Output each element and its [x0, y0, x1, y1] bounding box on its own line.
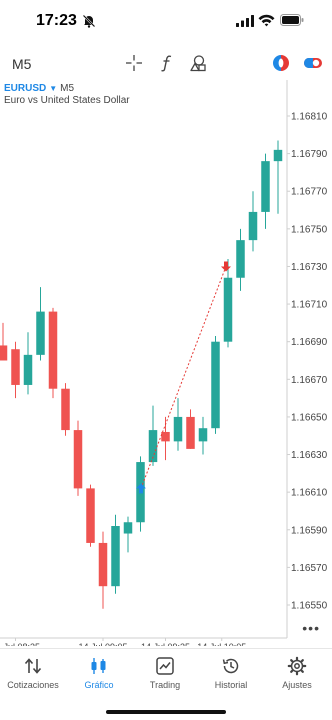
tab-chart[interactable]: Gráfico: [66, 655, 132, 690]
price-tick-label: 1.16670: [291, 375, 328, 386]
price-tick-label: 1.16650: [291, 412, 328, 423]
caret-down-icon: ▼: [49, 84, 58, 93]
chart-symbol-info[interactable]: EURUSD ▼ M5: [4, 83, 74, 94]
chart-area[interactable]: 1.16810 1.16790 1.16770 1.16750 1.16730 1.167…: [0, 80, 332, 646]
candle-body: [23, 354, 33, 385]
price-chart[interactable]: 1.16810 1.16790 1.16770 1.16750 1.16730 1.167…: [0, 80, 332, 646]
timeframe-selector[interactable]: M5: [12, 56, 31, 72]
price-tick-label: 1.16790: [291, 149, 328, 160]
candle-body: [248, 211, 258, 241]
time-tick-label: 14 Jul 09:05: [78, 642, 127, 646]
time-tick-label: 14 Jul 10:05: [197, 642, 246, 646]
symbol-name: EURUSD: [4, 83, 47, 94]
indicators-button[interactable]: [156, 52, 178, 74]
candle-body: [61, 388, 70, 431]
crosshair-icon: [126, 55, 142, 71]
objects-icon: [190, 55, 206, 72]
tab-label: Trading: [149, 680, 181, 690]
candle-body: [11, 349, 20, 385]
tab-label: Ajustes: [282, 680, 312, 690]
sell-arrow-icon: [221, 261, 231, 272]
price-tick-label: 1.16590: [291, 525, 328, 536]
crosshair-button[interactable]: [123, 52, 145, 74]
candle-body: [236, 240, 245, 278]
objects-button[interactable]: [187, 52, 209, 74]
time-tick-label: 14 Jul 09:35: [141, 642, 190, 646]
tab-label: Gráfico: [84, 680, 114, 690]
account-switch-icon: [304, 58, 322, 68]
tab-label: Cotizaciones: [7, 680, 59, 690]
candle-body: [123, 522, 133, 534]
tab-quotes[interactable]: Cotizaciones: [0, 655, 66, 690]
candle-body: [186, 416, 195, 449]
bell-muted-icon: [82, 14, 96, 28]
home-indicator: [106, 710, 226, 714]
settings-icon: [287, 656, 307, 676]
price-tick-label: 1.16730: [291, 262, 328, 273]
price-tick-label: 1.16770: [291, 187, 328, 198]
price-tick-label: 1.16610: [291, 488, 328, 499]
one-click-trading-button[interactable]: [270, 52, 292, 74]
candle-body: [48, 311, 58, 389]
candle-body: [223, 277, 233, 342]
chart-icon: [91, 658, 106, 674]
tab-trading[interactable]: Trading: [132, 655, 198, 690]
candle-body: [111, 526, 120, 587]
price-tick-label: 1.16690: [291, 337, 328, 348]
candle-body: [0, 345, 8, 361]
trading-icon: [156, 657, 174, 675]
price-tick-label: 1.16710: [291, 300, 328, 311]
symbol-timeframe: M5: [60, 83, 75, 94]
price-tick-label: 1.16810: [291, 112, 328, 123]
symbol-description: Euro vs United States Dollar: [4, 95, 130, 106]
candle-body: [36, 311, 45, 355]
price-tick-label: 1.16550: [291, 601, 328, 612]
candle-body: [161, 431, 170, 442]
wifi-icon: [258, 14, 275, 27]
function-icon: [161, 55, 172, 72]
tab-history[interactable]: Historial: [198, 655, 264, 690]
one-click-trading-icon: [273, 55, 289, 71]
price-tick-label: 1.16630: [291, 450, 328, 461]
price-tick-label: 1.16570: [291, 563, 328, 574]
chart-toolbar: M5: [0, 44, 332, 82]
candle-body: [273, 149, 283, 162]
quotes-icon: [24, 658, 42, 674]
battery-icon: [280, 14, 304, 26]
status-bar: 17:23: [0, 0, 332, 44]
candle-body: [211, 341, 220, 429]
tab-label: Historial: [214, 680, 248, 690]
bottom-tab-bar: Cotizaciones Gráfico Trading Historial A…: [0, 648, 332, 700]
more-icon[interactable]: •••: [302, 620, 320, 636]
time-tick-label: 14 Jul 08:35: [0, 642, 40, 646]
candle-body: [86, 488, 95, 543]
tab-settings[interactable]: Ajustes: [264, 655, 330, 690]
status-time: 17:23: [36, 12, 77, 29]
candle-body: [261, 161, 270, 212]
price-tick-label: 1.16750: [291, 224, 328, 235]
candle-body: [198, 428, 208, 442]
candle-body: [98, 542, 108, 587]
signal-icon: [236, 15, 254, 27]
history-icon: [222, 658, 239, 674]
candle-body: [173, 416, 183, 442]
account-switch-button[interactable]: [302, 52, 324, 74]
candle-body: [73, 430, 83, 489]
